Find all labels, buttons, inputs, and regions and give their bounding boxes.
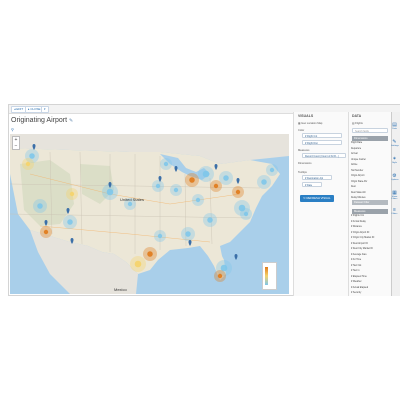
filter-icon[interactable]: ⚲: [11, 127, 14, 132]
rail-button-label: Style: [392, 162, 397, 164]
airport-cluster[interactable]: [127, 201, 133, 207]
rail-style-button[interactable]: ✶ Style: [391, 156, 398, 164]
map-legend: [262, 262, 277, 290]
airport-cluster[interactable]: [147, 251, 153, 257]
airport-cluster[interactable]: [157, 233, 163, 239]
dimension-field-item[interactable]: Airline: [351, 164, 357, 166]
airport-cluster[interactable]: [243, 211, 249, 217]
airport-cluster[interactable]: [37, 203, 43, 209]
airport-cluster[interactable]: [134, 260, 142, 268]
airport-cluster[interactable]: [67, 219, 73, 225]
measure-field-item[interactable]: # Arrival Delay: [351, 221, 366, 223]
dimensions-header[interactable]: Dimensions: [352, 136, 388, 141]
airport-cluster[interactable]: [43, 229, 49, 235]
measures-header[interactable]: Measures: [352, 209, 388, 214]
color-pill-1[interactable]: # Flight Cnt: [302, 133, 342, 138]
measure-pill[interactable]: Record Count (Count of All R...): [302, 153, 346, 158]
airport-cluster[interactable]: [269, 167, 275, 173]
airport-cluster[interactable]: [69, 191, 75, 197]
measure-field-item[interactable]: # Average Fare: [351, 254, 367, 256]
measure-field-item[interactable]: # Taxi Out: [351, 265, 361, 267]
airport-cluster[interactable]: [29, 153, 35, 159]
color-pill-2[interactable]: # Flight Dist: [302, 140, 342, 145]
map-label-united-states: United States: [120, 197, 145, 202]
zoom-out-button[interactable]: −: [13, 143, 19, 149]
rail-button-label: Data: [392, 128, 397, 130]
dimension-field-item[interactable]: Dest: [351, 186, 356, 188]
measure-field-item[interactable]: # Dest Airport ID: [351, 243, 368, 245]
airport-cluster[interactable]: [217, 273, 223, 279]
measure-field-item[interactable]: # Air Time: [351, 259, 361, 261]
measure-field-item[interactable]: # Distance: [351, 226, 362, 228]
airport-cluster[interactable]: [213, 183, 219, 189]
rail-button-label: Options: [391, 179, 399, 181]
rail-filters-button[interactable]: ≡ Filters: [391, 207, 398, 215]
page-title-text: Originating Airport: [11, 117, 68, 124]
rail-show-filters-button[interactable]: ▦ Show Filters: [391, 190, 398, 200]
airport-cluster[interactable]: [173, 187, 179, 193]
tooltips-section-label: Tooltips: [298, 171, 307, 174]
dimensions-section-label: Dimensions: [298, 162, 312, 165]
airport-cluster[interactable]: [155, 183, 161, 189]
visuals-header: VISUALS: [298, 114, 314, 118]
geo-map[interactable]: [10, 134, 289, 294]
dimension-field-item[interactable]: Flight Date: [351, 142, 362, 144]
dimension-field-item[interactable]: Delay Minutes: [351, 197, 366, 199]
airport-cluster[interactable]: [223, 175, 229, 181]
measures-section-label: Measures: [298, 149, 310, 152]
airport-cluster[interactable]: [163, 161, 169, 167]
tooltip-pill-1[interactable]: # Destination Apt: [302, 175, 332, 180]
edit-title-icon[interactable]: ✎: [69, 118, 73, 124]
dataset-selector[interactable]: ▤ Flights: [352, 122, 363, 125]
rail-button-label: Filters: [391, 213, 398, 215]
rail-options-button[interactable]: ⚙ Options: [391, 173, 399, 181]
airport-cluster[interactable]: [261, 179, 267, 185]
dimension-field-item[interactable]: Departure: [351, 148, 361, 150]
measure-field-item[interactable]: # Weather: [351, 281, 362, 283]
airport-cluster[interactable]: [207, 217, 213, 223]
airport-cluster[interactable]: [25, 161, 31, 167]
airport-cluster[interactable]: [189, 177, 195, 183]
refresh-visual-button[interactable]: ↻ REFRESH VISUAL: [300, 195, 334, 202]
rail-data-button[interactable]: ▤ Data: [391, 122, 398, 130]
color-section-label: Color: [298, 129, 305, 132]
dimension-field-item[interactable]: Arrival: [351, 153, 358, 155]
rail-button-label: Settings: [391, 145, 399, 147]
data-header: DATA: [352, 114, 362, 118]
measure-field-item[interactable]: # Actual Elapsed: [351, 287, 368, 289]
dimension-field-item[interactable]: Unique Carrier: [351, 159, 366, 161]
airport-cluster[interactable]: [235, 189, 241, 195]
map-label-mexico: Mexico: [114, 287, 127, 292]
dimension-field-item[interactable]: Origin State Abr: [351, 181, 367, 183]
visual-type[interactable]: ▦ Geo Location Map: [298, 122, 322, 125]
rail-button-label: Show Filters: [391, 196, 398, 200]
airport-cluster[interactable]: [202, 170, 210, 178]
legend-gradient: [265, 267, 268, 285]
zoom-control: + −: [12, 136, 20, 150]
measure-field-item[interactable]: # Flights Cnt: [351, 215, 364, 217]
tooltip-pill-2[interactable]: # Date: [302, 182, 322, 187]
measure-field-item[interactable]: # Elapsed Time: [351, 276, 367, 278]
map-svg: [10, 134, 289, 294]
measure-field-item[interactable]: # Origin Airport ID: [351, 232, 369, 234]
dimension-field-item[interactable]: Dest State Abr: [351, 192, 366, 194]
measure-field-item[interactable]: # Origin City Market ID: [351, 237, 374, 239]
airport-cluster[interactable]: [106, 188, 114, 196]
page-title: Originating Airport ✎: [11, 117, 73, 124]
dimension-field-item[interactable]: Tail Number: [351, 170, 363, 172]
airport-cluster[interactable]: [195, 197, 201, 203]
measure-field-item[interactable]: # Taxi In: [351, 270, 360, 272]
measure-field-item[interactable]: # Dest City Market ID: [351, 248, 373, 250]
data-panel: DATA ▤ Flights Search fields Dimensions …: [348, 112, 391, 296]
dimension-field-item[interactable]: Origin Airport: [351, 175, 364, 177]
visuals-panel: VISUALS ▦ Geo Location Map Color # Fligh…: [293, 112, 348, 296]
visual-type-label: Geo Location Map: [301, 122, 323, 125]
field-search-input[interactable]: Search fields: [352, 128, 388, 133]
dataset-label: Flights: [355, 122, 363, 125]
rail-settings-button[interactable]: ✎ Settings: [391, 139, 399, 147]
measure-field-item[interactable]: # Security: [351, 292, 361, 294]
dataset-filter-header[interactable]: Dataset Filter: [352, 200, 388, 205]
airport-cluster[interactable]: [185, 231, 191, 237]
